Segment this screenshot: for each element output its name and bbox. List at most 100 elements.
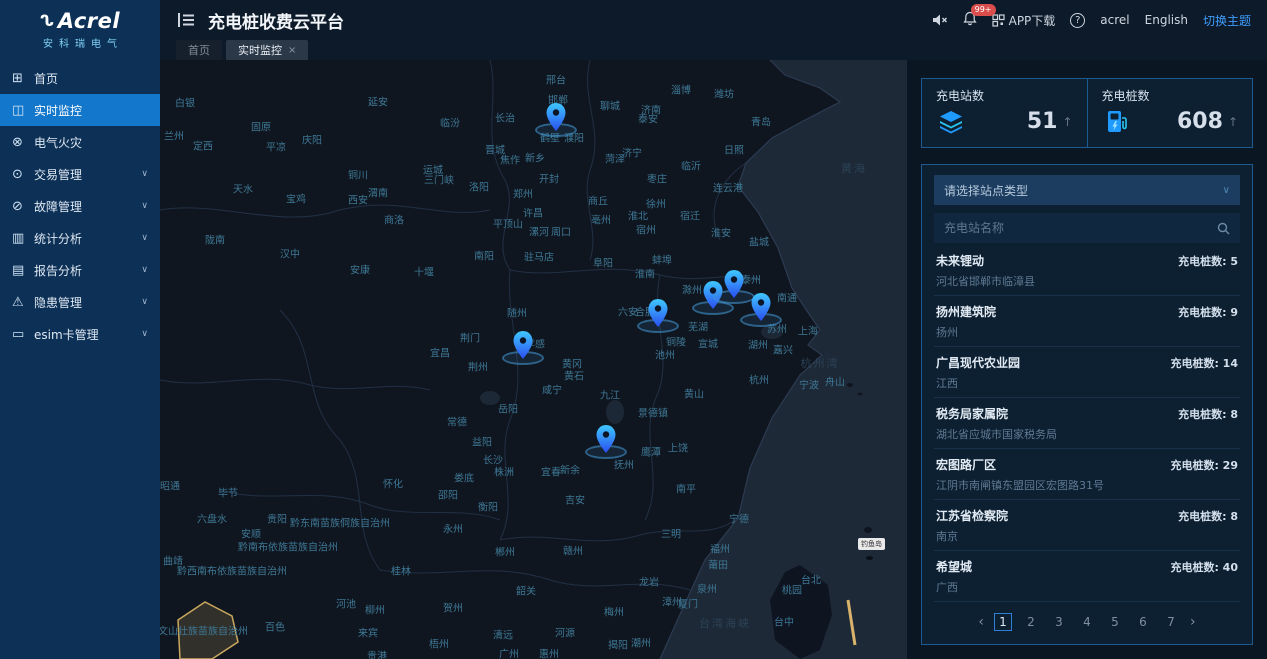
station-search [934, 213, 1240, 243]
map-city-label: 河源 [555, 625, 575, 640]
station-list-panel: 请选择站点类型 ∨ 未来锂动充电桩数: 5河北省邯郸市临漳县扬州建筑院充电桩数:… [921, 164, 1253, 645]
map-city-label: 黄石 [564, 368, 584, 383]
map-city-label: 焦作 [500, 152, 520, 167]
pagination-page-3[interactable]: 3 [1050, 613, 1068, 631]
sidebar-item-label: 隐患管理 [34, 294, 82, 311]
map-city-label: 福州 [710, 541, 730, 556]
station-list: 未来锂动充电桩数: 5河北省邯郸市临漳县扬州建筑院充电桩数: 9扬州广昌现代农业… [934, 245, 1240, 604]
map-city-label: 庆阳 [302, 132, 322, 147]
map-city-label: 六盘水 [197, 511, 227, 526]
map-city-label: 新乡 [525, 150, 545, 165]
tab-首页[interactable]: 首页 [176, 40, 222, 60]
station-pile-count: 充电桩数: 14 [1170, 355, 1238, 371]
sidebar-item-报告分析[interactable]: ▤报告分析∨ [0, 254, 160, 286]
station-search-input[interactable] [944, 221, 1217, 235]
map-city-label: 连云港 [713, 180, 743, 195]
station-list-item[interactable]: 宏图路厂区充电桩数: 29江阴市南闸镇东盟园区宏图路31号 [934, 449, 1240, 500]
map-city-label: 柳州 [365, 602, 385, 617]
station-name: 未来锂动 [936, 252, 984, 269]
map-city-label: 邢台 [546, 72, 566, 87]
map-city-label: 黔南布依族苗族自治州 [238, 539, 338, 554]
help-icon[interactable]: ? [1070, 13, 1085, 28]
brand-logo: ᔑ Acrel 安科瑞电气 [0, 0, 160, 58]
app-download-link[interactable]: APP下载 [992, 12, 1056, 29]
map-city-label: 桂林 [391, 563, 411, 578]
map-city-label: 河池 [336, 596, 356, 611]
charging-station-marker[interactable] [723, 269, 745, 299]
map-city-label: 济宁 [622, 145, 642, 160]
speaker-mute-icon[interactable] [932, 13, 948, 27]
station-list-item[interactable]: 未来锂动充电桩数: 5河北省邯郸市临漳县 [934, 245, 1240, 296]
map-city-label: 十堰 [414, 264, 434, 279]
theme-switch-link[interactable]: 切换主题 [1203, 12, 1251, 29]
search-icon[interactable] [1217, 222, 1230, 235]
station-list-item[interactable]: 希望城充电桩数: 40广西 [934, 551, 1240, 602]
station-name: 扬州建筑院 [936, 303, 996, 320]
map-city-label: 三门峡 [424, 172, 454, 187]
collapse-menu-icon[interactable] [176, 10, 196, 30]
map-overlay: 邢台邯郸聊城济南泰安淄博潍坊青岛日照临沂枣庄连云港济宁菏泽鹤壁濮阳长治晋城焦作新… [160, 60, 907, 659]
sidebar-item-故障管理[interactable]: ⊘故障管理∨ [0, 190, 160, 222]
charging-station-marker[interactable] [750, 292, 772, 322]
station-list-item[interactable]: 广昌现代农业园充电桩数: 14江西 [934, 347, 1240, 398]
map-city-label: 许昌 [523, 205, 543, 220]
chevron-down-icon: ∨ [141, 233, 148, 243]
pagination-next-icon[interactable]: › [1190, 614, 1196, 630]
site-type-select[interactable]: 请选择站点类型 ∨ [934, 175, 1240, 205]
qr-code-icon [992, 14, 1005, 27]
charging-station-marker[interactable] [647, 298, 669, 328]
charger-icon [1102, 109, 1132, 135]
charging-station-marker[interactable] [545, 102, 567, 132]
charging-station-marker[interactable] [595, 424, 617, 454]
map-city-label: 芜湖 [688, 319, 708, 334]
map-city-label: 台北 [801, 572, 821, 587]
language-switch[interactable]: English [1145, 13, 1188, 27]
sidebar-item-隐患管理[interactable]: ⚠隐患管理∨ [0, 286, 160, 318]
chevron-down-icon: ∨ [1223, 185, 1230, 196]
map-city-label: 贵港 [367, 648, 387, 659]
pagination-page-5[interactable]: 5 [1106, 613, 1124, 631]
app-window: ᔑ Acrel 安科瑞电气 ⊞首页◫实时监控⊗电气火灾⊙交易管理∨⊘故障管理∨▥… [0, 0, 1267, 659]
close-icon[interactable]: × [288, 45, 296, 56]
map-city-label: 亳州 [591, 212, 611, 227]
sidebar-item-esim卡管理[interactable]: ▭esim卡管理∨ [0, 318, 160, 350]
sidebar-item-label: 实时监控 [34, 102, 82, 119]
sidebar-item-首页[interactable]: ⊞首页 [0, 62, 160, 94]
map-city-label: 上海 [798, 323, 818, 338]
sidebar-item-交易管理[interactable]: ⊙交易管理∨ [0, 158, 160, 190]
sidebar-item-统计分析[interactable]: ▥统计分析∨ [0, 222, 160, 254]
username[interactable]: acrel [1100, 13, 1129, 27]
chevron-down-icon: ∨ [141, 297, 148, 307]
map-city-label: 怀化 [383, 476, 403, 491]
sidebar-item-实时监控[interactable]: ◫实时监控 [0, 94, 160, 126]
map-city-label: 安康 [350, 262, 370, 277]
notifications[interactable]: 99+ [963, 11, 977, 29]
station-list-item[interactable]: 江苏省检察院充电桩数: 8南京 [934, 500, 1240, 551]
tab-实时监控[interactable]: 实时监控× [226, 40, 308, 60]
charging-station-marker[interactable] [512, 330, 534, 360]
pagination-page-7[interactable]: 7 [1162, 613, 1180, 631]
station-list-item[interactable]: 扬州建筑院充电桩数: 9扬州 [934, 296, 1240, 347]
pagination-page-1[interactable]: 1 [994, 613, 1012, 631]
map-city-label: 衡阳 [478, 499, 498, 514]
china-map[interactable]: 邢台邯郸聊城济南泰安淄博潍坊青岛日照临沂枣庄连云港济宁菏泽鹤壁濮阳长治晋城焦作新… [160, 60, 907, 659]
map-city-label: 梅州 [604, 604, 624, 619]
pagination-page-2[interactable]: 2 [1022, 613, 1040, 631]
stat-stations-label: 充电站数 [936, 87, 1073, 104]
map-city-label: 郴州 [495, 544, 515, 559]
map-city-label: 贺州 [443, 600, 463, 615]
map-city-label: 文山壮族苗族自治州 [160, 623, 248, 638]
pagination-prev-icon[interactable]: ‹ [978, 614, 984, 630]
station-list-item[interactable]: 税务局家属院充电桩数: 8湖北省应城市国家税务局 [934, 398, 1240, 449]
top-bar: 充电桩收费云平台 99+ [160, 0, 1267, 40]
pagination-page-6[interactable]: 6 [1134, 613, 1152, 631]
map-city-label: 黔西南布依族苗族自治州 [177, 563, 287, 578]
sidebar-item-电气火灾[interactable]: ⊗电气火灾 [0, 126, 160, 158]
map-city-label: 定西 [193, 138, 213, 153]
station-row: 广昌现代农业园充电桩数: 14 [936, 354, 1238, 371]
pagination-page-4[interactable]: 4 [1078, 613, 1096, 631]
station-row: 江苏省检察院充电桩数: 8 [936, 507, 1238, 524]
up-arrow-icon: ↑ [1228, 115, 1238, 129]
stat-piles-label: 充电桩数 [1102, 87, 1239, 104]
map-city-label: 三明 [661, 526, 681, 541]
